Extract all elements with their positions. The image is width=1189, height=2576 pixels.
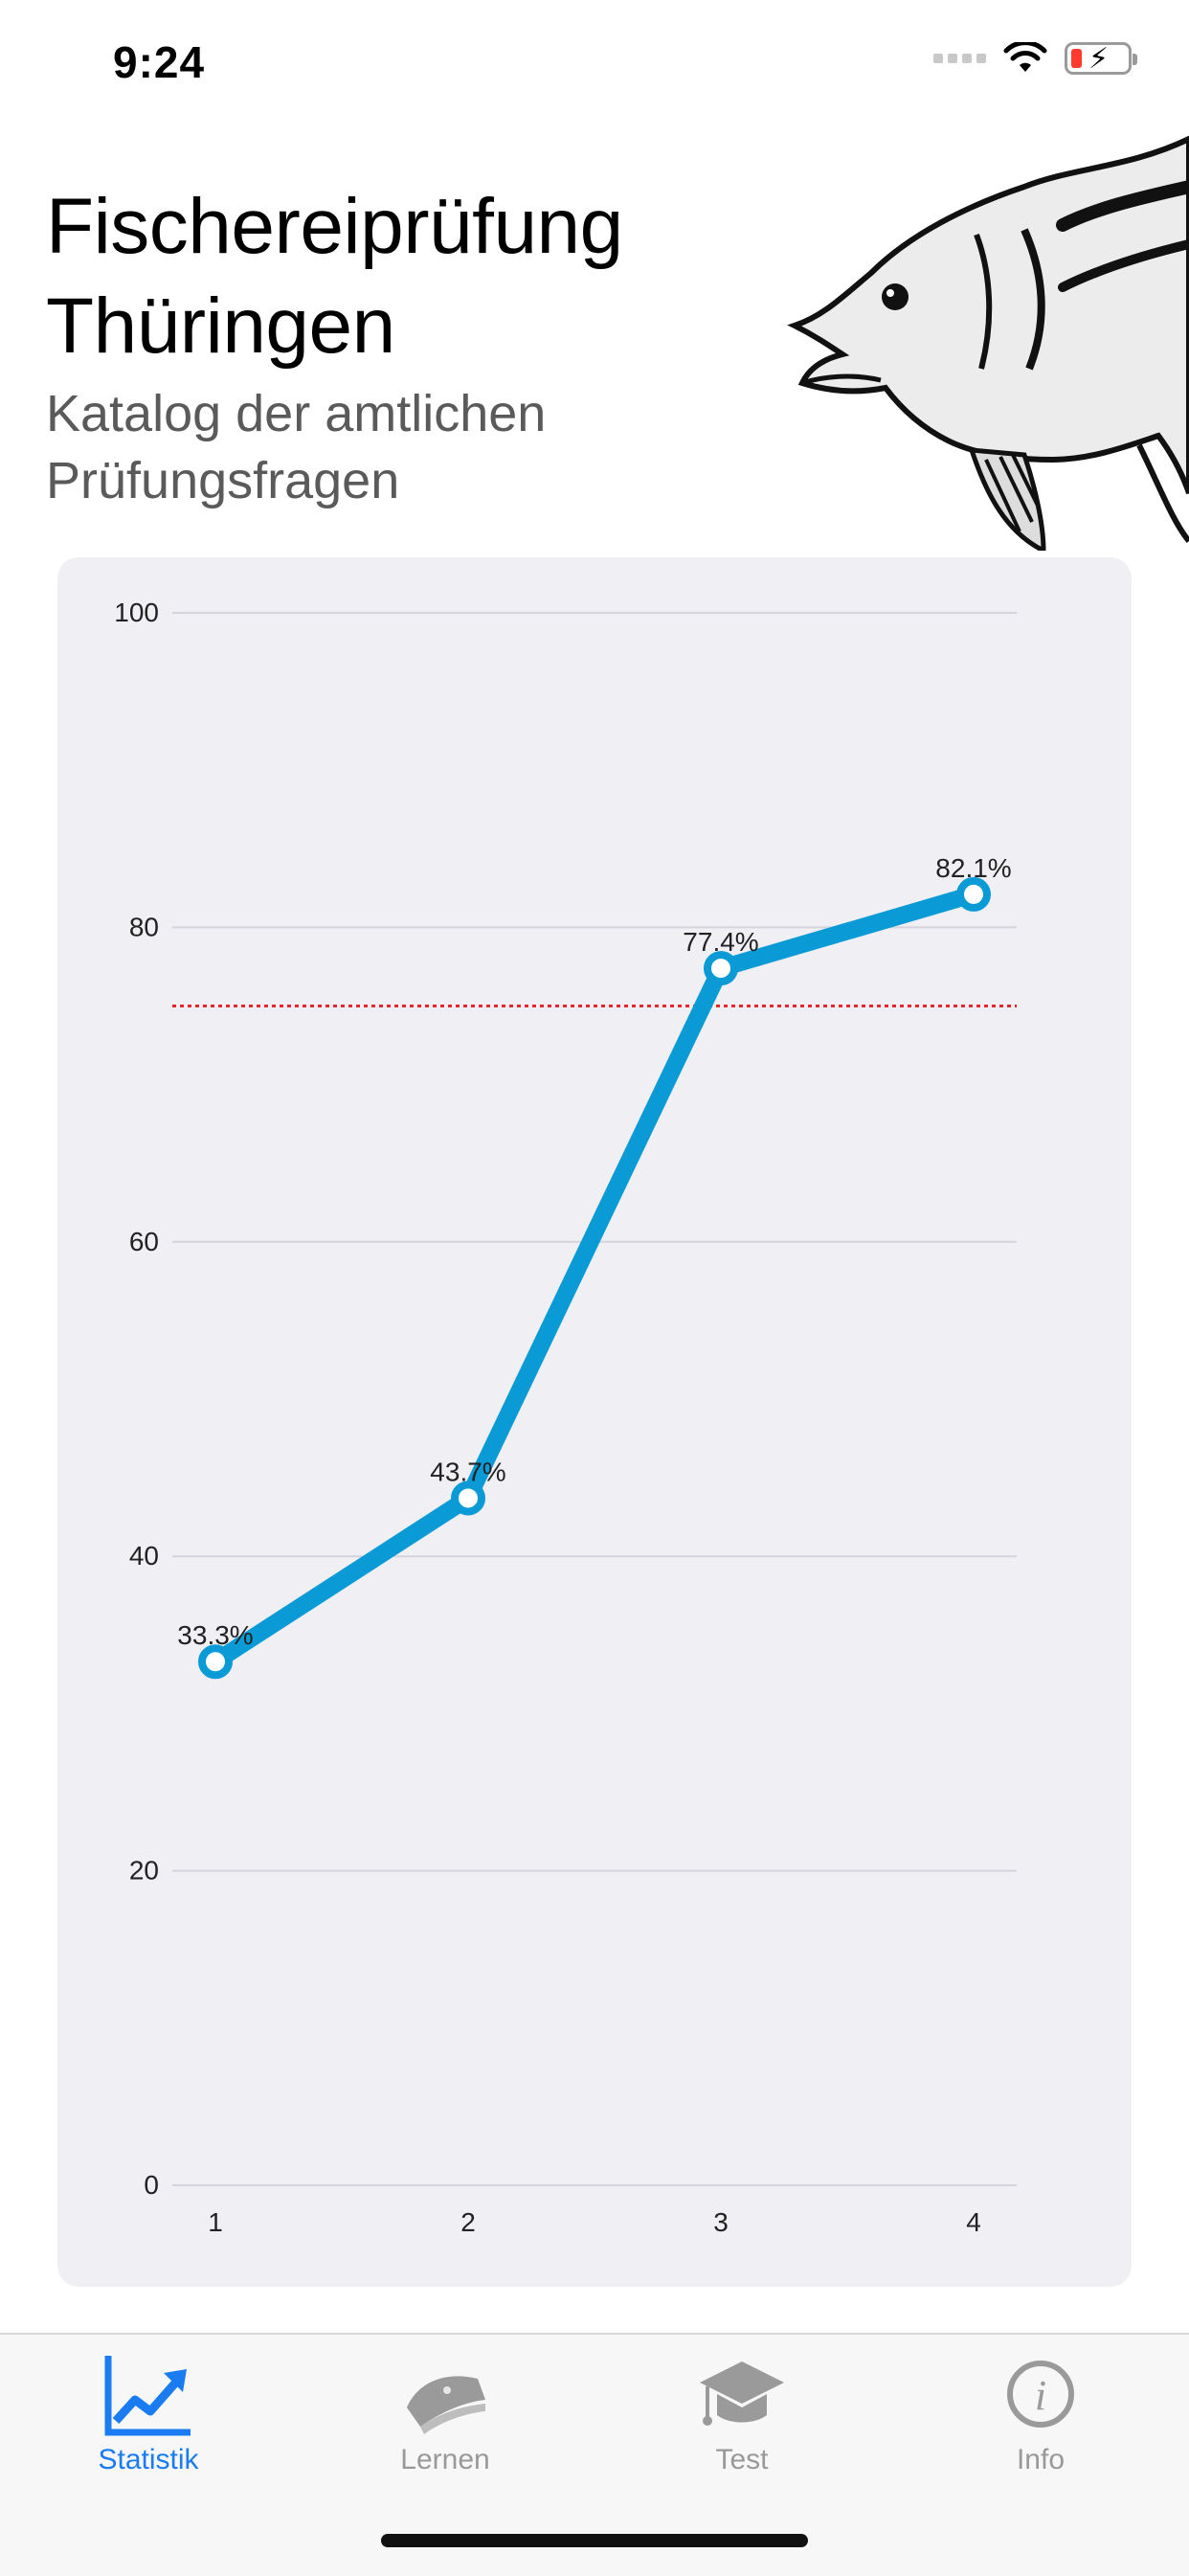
x-tick-label: 1	[208, 2207, 223, 2237]
tab-label-lernen: Lernen	[400, 2444, 490, 2475]
x-tick-label: 3	[713, 2207, 729, 2237]
series-line	[207, 885, 982, 1671]
y-tick-label: 80	[129, 912, 159, 941]
y-tick-label: 100	[114, 598, 159, 627]
data-label: 82.1%	[935, 853, 1011, 883]
page-title-line2: Thüringen	[46, 282, 395, 370]
status-indicators: ⚡	[933, 42, 1137, 75]
fish-logo	[787, 135, 1189, 551]
progress-line-chart: 0 20 40 60 80 100 1 2 3 4 33.3% 43.7% 77.4% 82.1%	[114, 598, 1017, 2237]
wifi-icon	[1003, 42, 1047, 72]
tab-label-statistik: Statistik	[98, 2444, 199, 2475]
data-label: 43.7%	[430, 1457, 505, 1486]
home-indicator	[381, 2534, 808, 2547]
svg-text:i: i	[1035, 2372, 1046, 2419]
data-point	[956, 876, 991, 912]
tab-statistik[interactable]: Statistik	[34, 2352, 263, 2476]
data-point	[704, 951, 738, 986]
graduation-cap-icon	[700, 2361, 784, 2426]
tab-label-test: Test	[715, 2444, 769, 2475]
book-icon	[407, 2376, 485, 2434]
data-label: 33.3%	[177, 1620, 253, 1650]
page-header: Fischereiprüfung Thüringen Katalog der a…	[46, 177, 774, 514]
x-tick-label: 4	[966, 2207, 981, 2237]
y-tick-label: 60	[129, 1227, 159, 1256]
page-subtitle-line1: Katalog der amtlichen	[46, 385, 547, 442]
status-time: 9:24	[113, 37, 206, 87]
battery-icon: ⚡	[1065, 42, 1137, 75]
progress-chart-card: 0 20 40 60 80 100 1 2 3 4 33.3% 43.7% 77.4% 82.1%	[57, 557, 1132, 2287]
cellular-signal-icon	[933, 54, 986, 63]
y-tick-label: 40	[129, 1541, 159, 1570]
x-tick-label: 2	[460, 2207, 476, 2237]
tab-info[interactable]: i Info	[926, 2352, 1155, 2476]
page-title-line1: Fischereiprüfung	[46, 183, 623, 270]
info-icon: i	[1007, 2361, 1074, 2428]
y-tick-label: 20	[129, 1856, 159, 1886]
chart-up-icon	[104, 2356, 191, 2436]
tab-test[interactable]: Test	[627, 2352, 857, 2476]
data-point	[198, 1644, 233, 1680]
status-bar: 9:24 ⚡	[0, 0, 1189, 126]
data-point	[451, 1480, 485, 1516]
tab-lernen[interactable]: Lernen	[330, 2352, 560, 2476]
page-subtitle-line2: Prüfungsfragen	[46, 452, 400, 509]
y-tick-label: 0	[144, 2170, 159, 2200]
tab-label-info: Info	[1016, 2444, 1066, 2475]
data-label: 77.4%	[683, 927, 758, 957]
